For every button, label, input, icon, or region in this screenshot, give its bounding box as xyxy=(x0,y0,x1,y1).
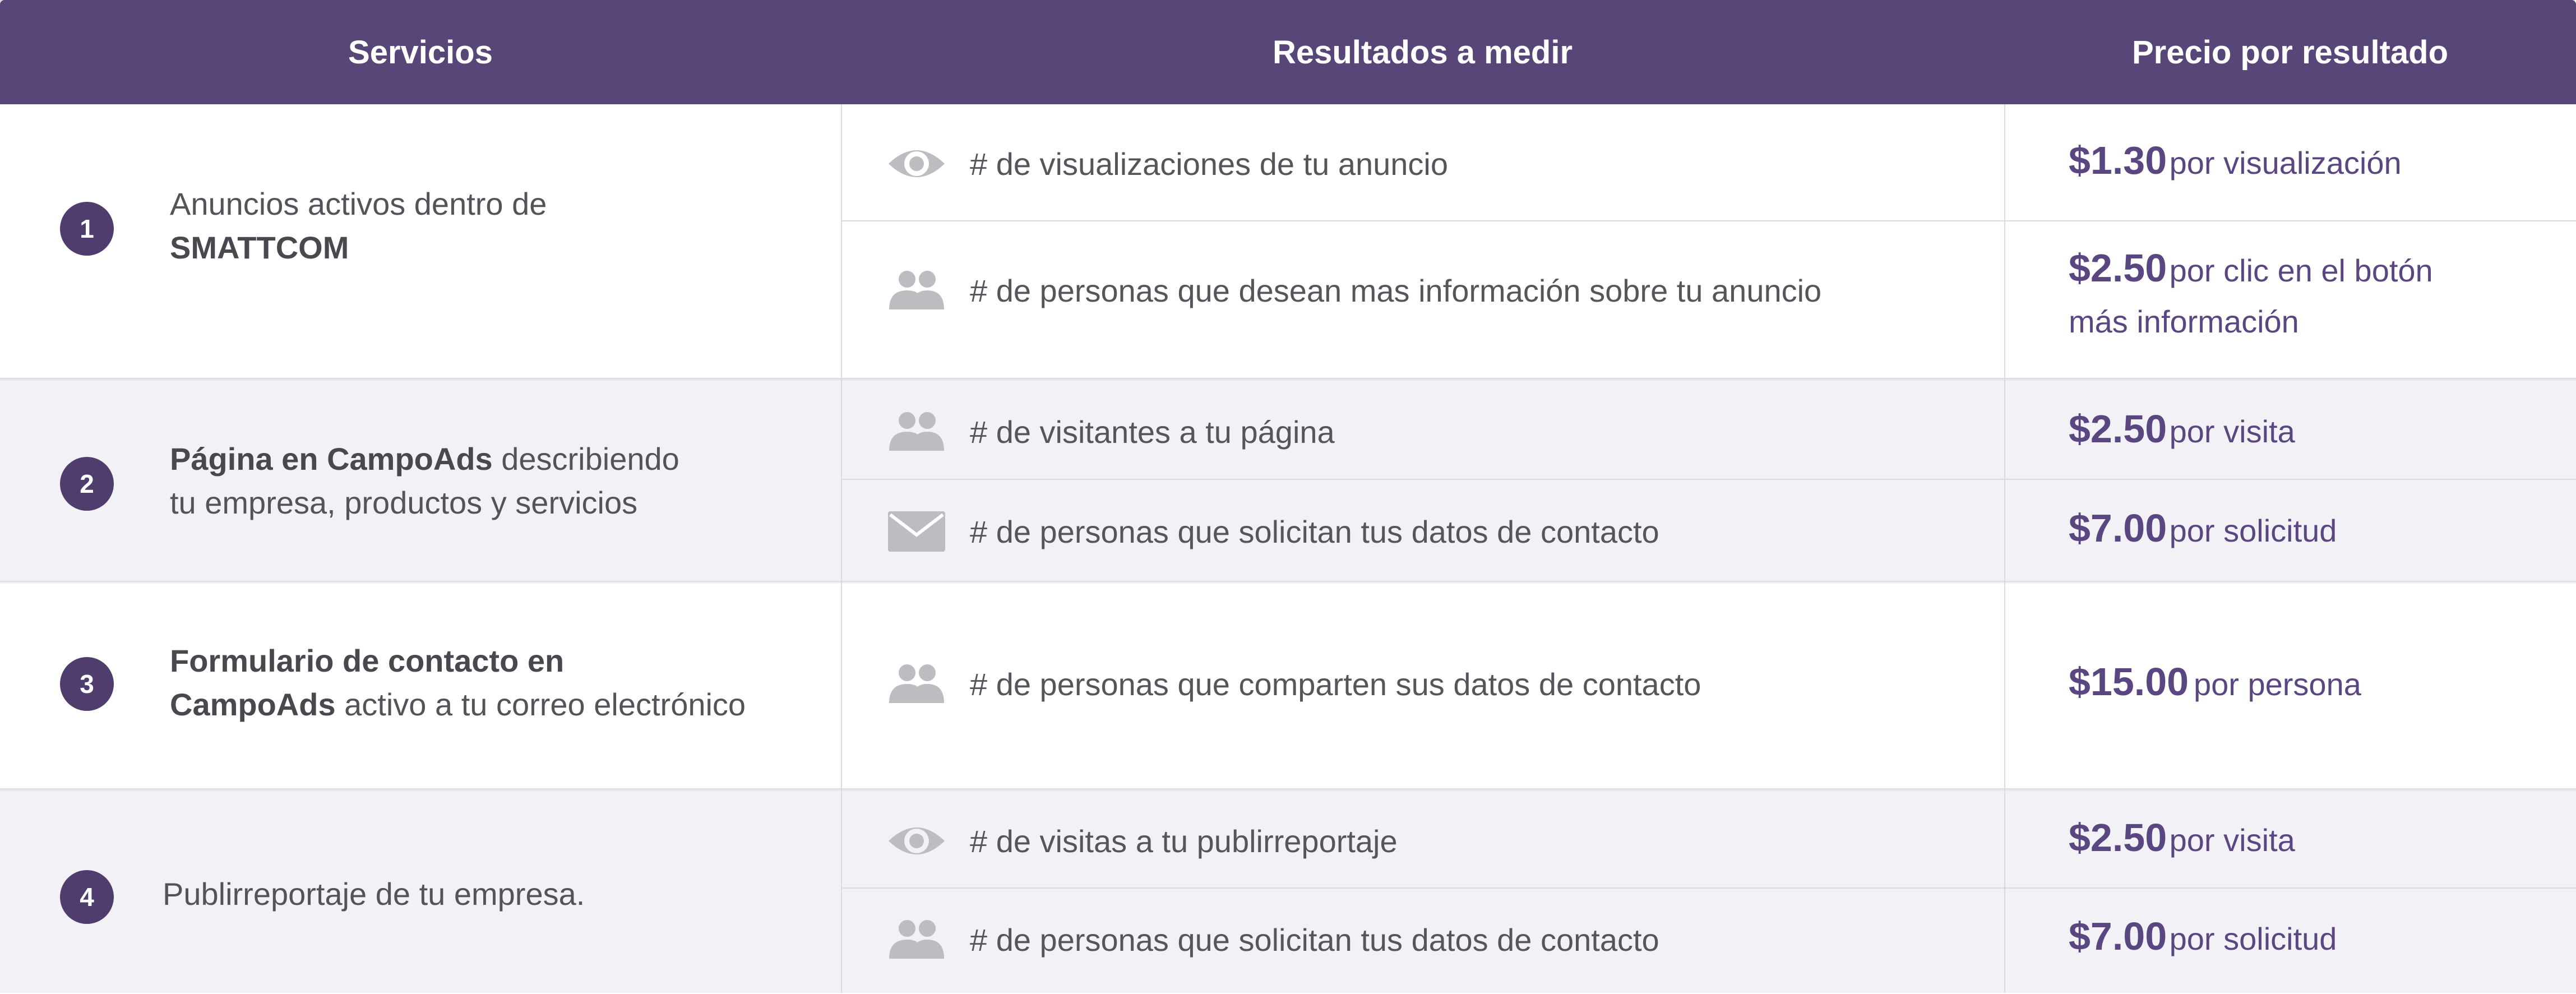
price-unit: por visita xyxy=(2169,822,2295,858)
price-unit: por solicitud xyxy=(2169,513,2337,548)
result-price: $2.50 por clic en el botón más informaci… xyxy=(2069,247,2433,343)
result-price: $7.00 por solicitud xyxy=(2069,506,2337,551)
result-text: # de visualizaciones de tu anuncio xyxy=(970,146,1449,182)
service-number-badge: 4 xyxy=(60,870,114,924)
people-icon xyxy=(886,662,947,706)
header-servicios: Servicios xyxy=(348,34,493,71)
result-text: # de personas que solicitan tus datos de… xyxy=(970,922,1659,958)
price-amount: $2.50 xyxy=(2069,816,2167,859)
header-precio: Precio por resultado xyxy=(2131,34,2449,71)
service-description: Publirreportaje de tu empresa. xyxy=(163,872,585,916)
people-icon xyxy=(886,917,947,962)
result-item: # de personas que solicitan tus datos de… xyxy=(886,509,1659,554)
result-price: $15.00 por persona xyxy=(2069,659,2361,704)
result-item: # de personas que desean mas información… xyxy=(886,268,1821,313)
price-unit: por solicitud xyxy=(2169,921,2337,956)
service-text: activo a tu correo electrónico xyxy=(344,687,746,722)
result-text: # de visitas a tu publirreportaje xyxy=(970,823,1398,859)
price-amount: $7.00 xyxy=(2069,914,2167,958)
price-unit: por persona xyxy=(2194,667,2361,702)
price-amount: $1.30 xyxy=(2069,138,2167,182)
service-text: tu empresa, productos y servicios xyxy=(170,485,638,520)
service-description: Página en CampoAds describiendo tu empre… xyxy=(170,437,679,525)
result-price: $2.50 por visita xyxy=(2069,815,2295,860)
result-text: # de visitantes a tu página xyxy=(970,414,1335,450)
eye-icon xyxy=(886,141,947,186)
result-item: # de visualizaciones de tu anuncio xyxy=(886,141,1448,186)
price-amount: $7.00 xyxy=(2069,506,2167,550)
header-resultados: Resultados a medir xyxy=(1272,34,1573,71)
price-amount: $15.00 xyxy=(2069,660,2189,704)
result-price: $2.50 por visita xyxy=(2069,406,2295,451)
column-divider xyxy=(2004,104,2005,993)
service-text: Anuncios activos dentro de xyxy=(170,186,547,221)
people-icon xyxy=(886,409,947,454)
result-item: # de personas que solicitan tus datos de… xyxy=(886,917,1659,962)
result-item: # de visitantes a tu página xyxy=(886,409,1335,454)
service-number-badge: 1 xyxy=(60,202,114,256)
price-unit: por visualización xyxy=(2169,145,2402,181)
service-text: Publirreportaje de tu empresa. xyxy=(163,876,585,912)
envelope-icon xyxy=(886,509,947,554)
service-text-bold: Formulario de contacto en xyxy=(170,643,565,678)
service-text-bold: Página en CampoAds xyxy=(170,441,493,477)
price-unit: por clic en el botón xyxy=(2169,253,2433,288)
service-number-badge: 2 xyxy=(60,457,114,511)
result-item: # de visitas a tu publirreportaje xyxy=(886,819,1398,863)
result-price: $7.00 por solicitud xyxy=(2069,914,2337,959)
price-unit-line2: más información xyxy=(2069,304,2299,339)
group-divider xyxy=(0,378,2576,381)
row-divider xyxy=(841,887,2576,889)
service-description: Anuncios activos dentro de SMATTCOM xyxy=(170,182,547,270)
result-item: # de personas que comparten sus datos de… xyxy=(886,662,1701,706)
result-text: # de personas que solicitan tus datos de… xyxy=(970,514,1659,549)
column-divider xyxy=(841,104,842,993)
people-icon xyxy=(886,268,947,313)
result-price: $1.30 por visualización xyxy=(2069,138,2402,183)
price-amount: $2.50 xyxy=(2069,246,2167,290)
table-header: Servicios Resultados a medir Precio por … xyxy=(0,0,2576,104)
eye-icon xyxy=(886,819,947,863)
service-text-bold: CampoAds xyxy=(170,687,336,722)
group-divider xyxy=(0,581,2576,584)
service-number-badge: 3 xyxy=(60,657,114,711)
service-text: describiendo xyxy=(501,441,679,477)
row-divider xyxy=(841,479,2576,480)
service-text-bold: SMATTCOM xyxy=(170,230,349,265)
row-divider xyxy=(841,220,2576,221)
group-divider xyxy=(0,788,2576,792)
service-description: Formulario de contacto en CampoAds activ… xyxy=(170,639,746,727)
result-text: # de personas que comparten sus datos de… xyxy=(970,666,1701,702)
price-amount: $2.50 xyxy=(2069,407,2167,451)
result-text: # de personas que desean mas información… xyxy=(970,272,1822,308)
price-unit: por visita xyxy=(2169,414,2295,449)
